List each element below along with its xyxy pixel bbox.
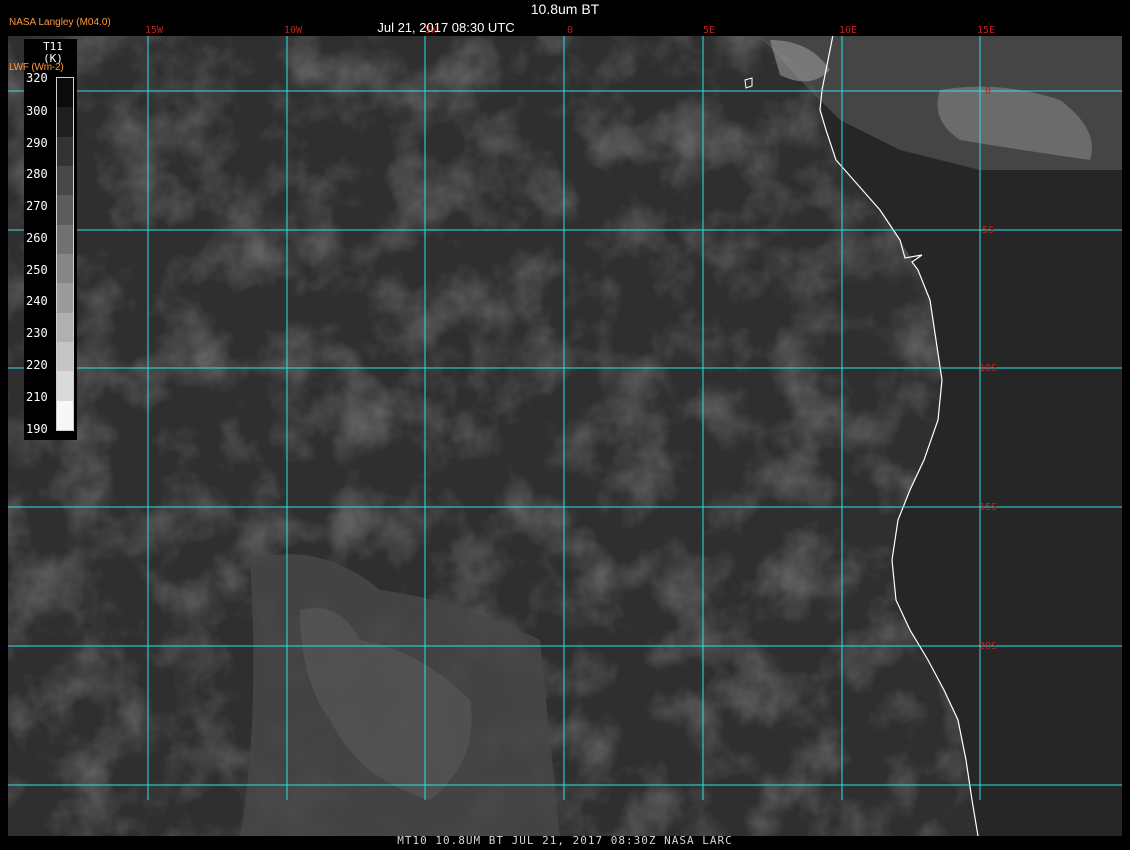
latitude-label: 0 [985, 86, 991, 97]
latitude-label: 15S [979, 502, 997, 513]
source-label: NASA Langley (M04.0) [9, 17, 111, 28]
colorbar-segment [57, 195, 73, 226]
colorbar-tick-label: 190 [26, 422, 48, 436]
colorbar-segment [57, 166, 73, 196]
colorbar-segment [57, 371, 73, 402]
colorbar-tick-label: 220 [26, 358, 48, 372]
map-canvas: 15W 10W 5W 0 5E 10E 15E05S10S15S20S [8, 25, 1122, 836]
colorbar-segment [57, 78, 73, 108]
colorbar-segment [57, 342, 73, 372]
colorbar-segment [57, 136, 73, 167]
colorbar-tick-label: 240 [26, 294, 48, 308]
colorbar-tick-label: 230 [26, 326, 48, 340]
colorbar-tick-label: 290 [26, 136, 48, 150]
colorbar-tick-label: 270 [26, 199, 48, 213]
colorbar-tick-label: 210 [26, 390, 48, 404]
latitude-label: 20S [979, 641, 997, 652]
satellite-image: 15W 10W 5W 0 5E 10E 15E 0 5S 10S 15S 20S 10.8um BT … [0, 0, 1130, 850]
colorbar-segment [57, 107, 73, 138]
latitude-label: 10S [979, 363, 997, 374]
colorbar-tick-label: 250 [26, 263, 48, 277]
colorbar-segment [57, 283, 73, 314]
latitude-label: 5S [982, 225, 994, 236]
colorbar-tick-label: 300 [26, 104, 48, 118]
colorbar-segment [57, 400, 73, 431]
colorbar-segment [57, 254, 73, 284]
colorbar-tick-label: 260 [26, 231, 48, 245]
colorbar-segment [57, 312, 73, 343]
product-title: 10.8um BT [530, 1, 600, 17]
longitude-label: 15E [977, 25, 995, 36]
colorbar-tick-label: 280 [26, 167, 48, 181]
colorbar-strip [56, 77, 74, 431]
colorbar-tick-label: 320 [26, 71, 48, 85]
footer-caption: MT10 10.8UM BT JUL 21, 2017 08:30Z NASA … [397, 834, 733, 847]
colorbar-segment [57, 224, 73, 255]
image-datetime: Jul 21, 2017 08:30 UTC [377, 20, 515, 35]
